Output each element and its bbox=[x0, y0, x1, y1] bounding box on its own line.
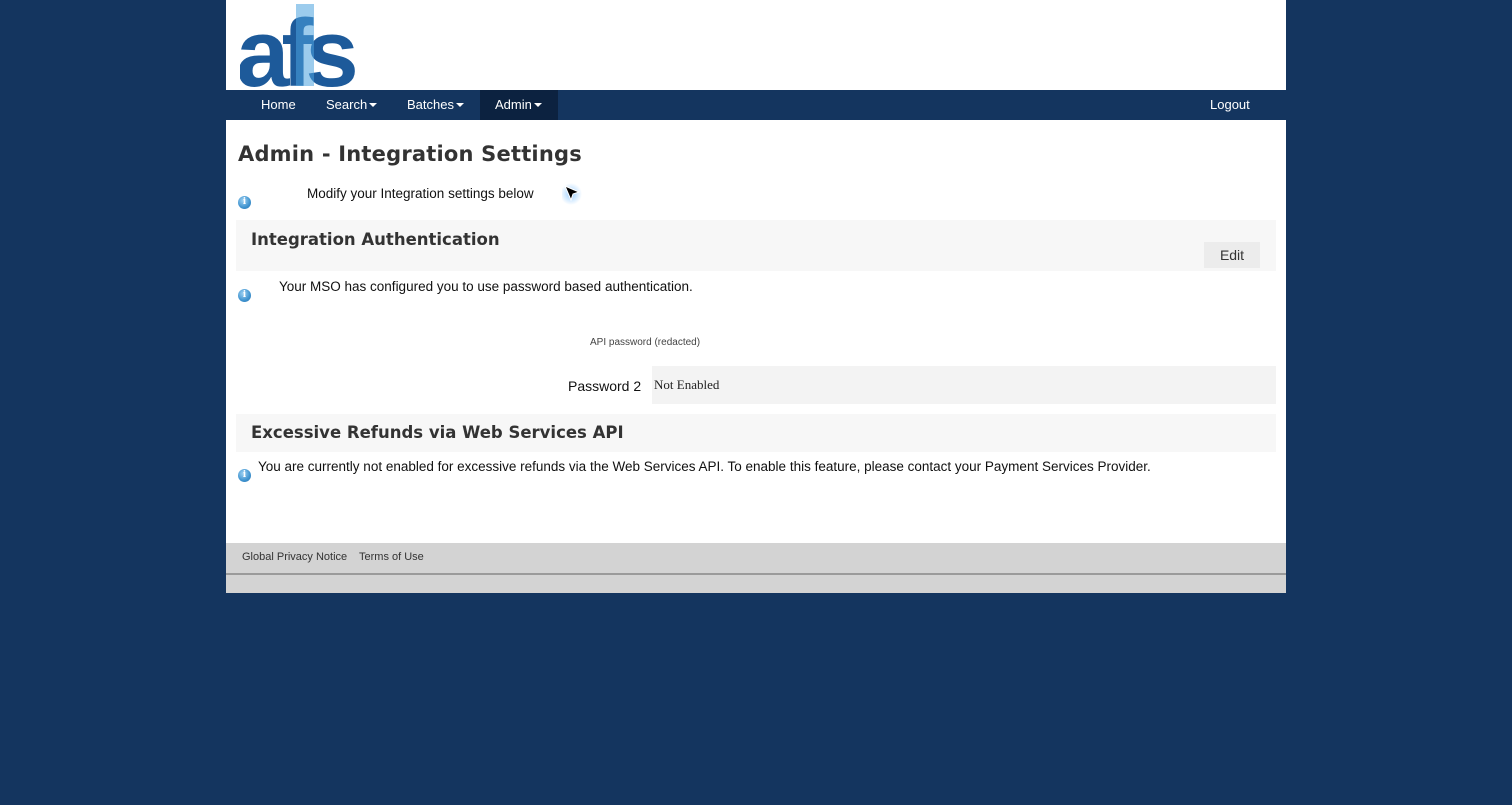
page-intro-text: Modify your Integration settings below bbox=[307, 186, 534, 201]
caret-down-icon bbox=[533, 102, 542, 107]
caret-down-icon bbox=[369, 102, 378, 107]
nav-home[interactable]: Home bbox=[246, 90, 311, 120]
afs-logo[interactable]: afs bbox=[240, 0, 370, 90]
main-navbar: Home Search Batches Admin Logout bbox=[226, 90, 1286, 120]
password2-value-field: Not Enabled bbox=[652, 366, 1276, 404]
edit-button[interactable]: Edit bbox=[1204, 242, 1260, 268]
info-icon: i bbox=[238, 196, 251, 209]
integration-auth-section-header: Integration Authentication Edit bbox=[236, 220, 1276, 271]
footer-link-privacy[interactable]: Global Privacy Notice bbox=[242, 551, 347, 563]
info-icon: i bbox=[238, 289, 251, 302]
api-password-caption: API password (redacted) bbox=[590, 337, 701, 348]
nav-admin[interactable]: Admin bbox=[480, 90, 558, 120]
caret-down-icon bbox=[455, 102, 464, 107]
info-icon: i bbox=[238, 469, 251, 482]
excessive-refunds-title: Excessive Refunds via Web Services API bbox=[251, 423, 624, 442]
footer-strip bbox=[226, 575, 1286, 593]
nav-batches[interactable]: Batches bbox=[392, 90, 479, 120]
nav-search[interactable]: Search bbox=[311, 90, 392, 120]
password2-label: Password 2 bbox=[568, 378, 642, 394]
integration-auth-title: Integration Authentication bbox=[251, 230, 500, 249]
mouse-pointer-icon bbox=[562, 183, 582, 205]
nav-logout-label: Logout bbox=[1210, 97, 1250, 112]
nav-batches-label: Batches bbox=[407, 97, 454, 112]
footer-link-terms[interactable]: Terms of Use bbox=[359, 551, 424, 563]
header: afs bbox=[226, 0, 1286, 90]
footer: Global Privacy Notice Terms of Use bbox=[226, 543, 1286, 575]
password2-value: Not Enabled bbox=[654, 377, 720, 392]
page-container: afs Home Search Batches Admin Logout Adm… bbox=[226, 0, 1286, 593]
nav-admin-label: Admin bbox=[495, 97, 532, 112]
excessive-refunds-message: You are currently not enabled for excess… bbox=[258, 459, 1151, 474]
nav-home-label: Home bbox=[261, 97, 296, 112]
page-title: Admin - Integration Settings bbox=[238, 142, 582, 166]
nav-logout[interactable]: Logout bbox=[1195, 90, 1265, 120]
auth-message-text: Your MSO has configured you to use passw… bbox=[279, 279, 693, 294]
nav-search-label: Search bbox=[326, 97, 368, 112]
excessive-refunds-section-header: Excessive Refunds via Web Services API bbox=[236, 414, 1276, 452]
